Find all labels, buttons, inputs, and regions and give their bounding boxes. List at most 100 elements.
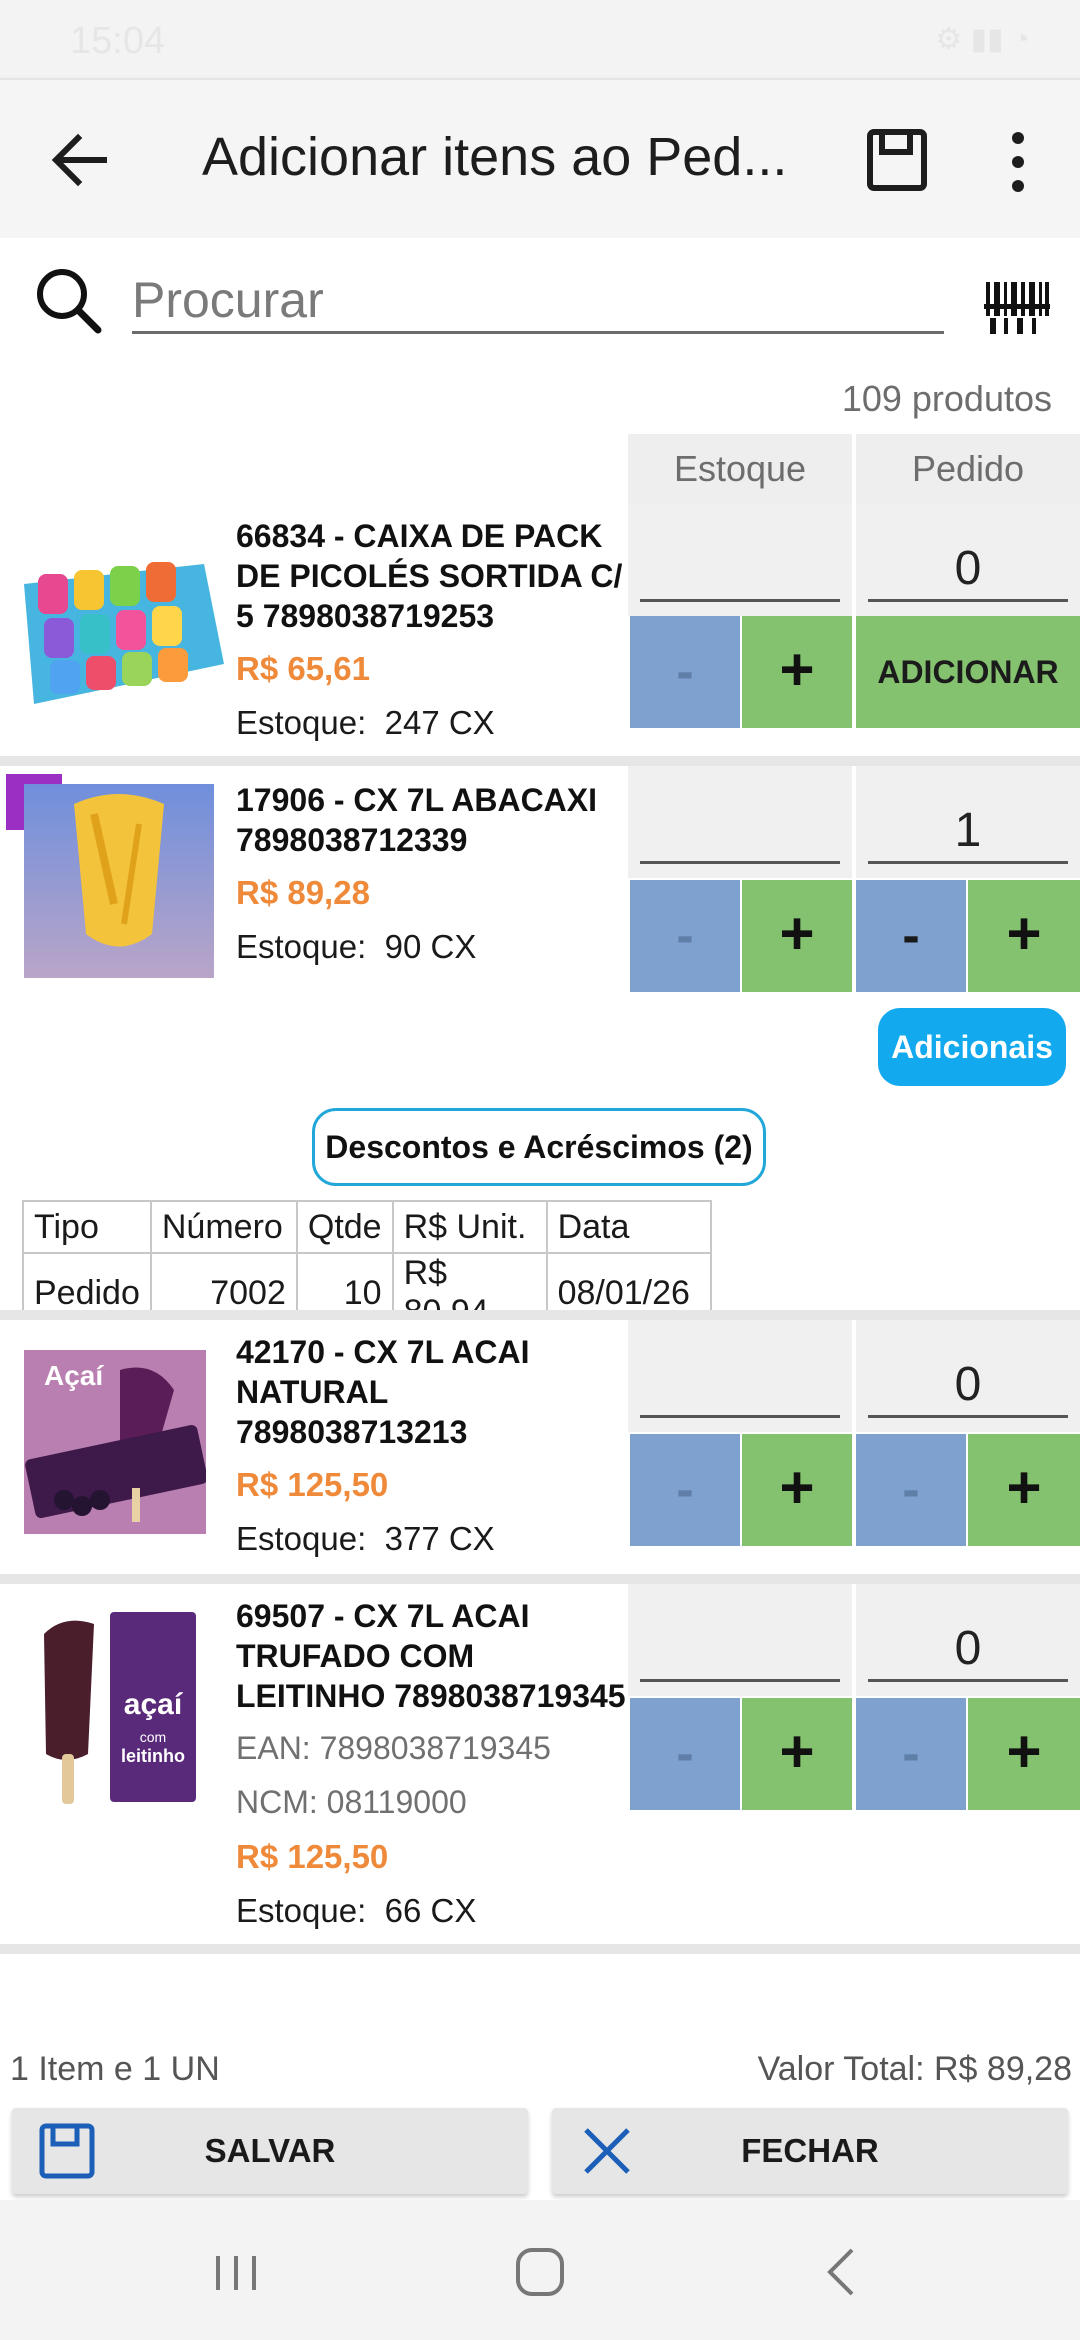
estoque-qty-field[interactable] [640, 798, 840, 864]
product-row[interactable]: 66834 - CAIXA DE PACK DE PICOLÉS SORTIDA… [0, 504, 1080, 756]
estoque-qty-cell [628, 504, 852, 616]
pedido-qty-cell: 0 [856, 1320, 1080, 1432]
floppy-disk-icon [867, 129, 927, 191]
table-header: Número [149, 1200, 298, 1254]
product-stock: Estoque: 247 CX [236, 704, 495, 742]
svg-text:com: com [140, 1729, 166, 1745]
product-stock: Estoque: 66 CX [236, 1892, 476, 1930]
pedido-minus-button[interactable]: - [856, 880, 966, 992]
total-value: Valor Total: R$ 89,28 [757, 2050, 1072, 2088]
column-header-estoque: Estoque [628, 434, 852, 504]
product-image: Açaí [24, 1350, 208, 1534]
pedido-qty-cell: 0 [856, 1584, 1080, 1696]
row-separator [0, 756, 1080, 766]
home-icon[interactable] [510, 2242, 570, 2302]
svg-text:leitinho: leitinho [121, 1746, 185, 1766]
svg-text:açaí: açaí [124, 1688, 184, 1721]
estoque-qty-cell [628, 1320, 852, 1432]
page-title: Adicionar itens ao Ped... [202, 127, 788, 187]
estoque-qty-field[interactable] [640, 536, 840, 602]
estoque-qty-field[interactable] [640, 1352, 840, 1418]
estoque-plus-button[interactable]: + [742, 880, 852, 992]
estoque-minus-button[interactable]: - [630, 1434, 740, 1546]
product-row[interactable]: açaí com leitinho 69507 - CX 7L ACAI TRU… [0, 1584, 1080, 1944]
pedido-plus-button[interactable]: + [968, 880, 1080, 992]
close-button[interactable]: FECHAR [552, 2108, 1068, 2194]
pedido-plus-button[interactable]: + [968, 1434, 1080, 1546]
estoque-minus-button[interactable]: - [630, 616, 740, 728]
status-bar: 15:04 ⚙ ▮▮ ◔ [0, 0, 1080, 78]
app-bar: Adicionar itens ao Ped... [0, 78, 1080, 238]
system-back-icon[interactable] [812, 2242, 872, 2302]
estoque-plus-button[interactable]: + [742, 616, 852, 728]
product-stock: Estoque: 90 CX [236, 928, 476, 966]
recent-apps-icon[interactable] [206, 2242, 266, 2302]
product-title: 17906 - CX 7L ABACAXI 7898038712339 [236, 782, 598, 858]
product-price: R$ 65,61 [236, 650, 370, 687]
pedido-qty-field[interactable]: 0 [868, 536, 1068, 602]
product-ncm: NCM: 08119000 [236, 1784, 467, 1820]
estoque-plus-button[interactable]: + [742, 1698, 852, 1810]
product-price: R$ 89,28 [236, 874, 370, 911]
product-row[interactable]: Açaí 42170 - CX 7L ACAI NATURAL 78980387… [0, 1320, 1080, 1572]
items-summary: 1 Item e 1 UN [10, 2050, 220, 2088]
estoque-minus-button[interactable]: - [630, 880, 740, 992]
product-title: 69507 - CX 7L ACAI TRUFADO COM LEITINHO … [236, 1598, 626, 1714]
pedido-qty-field[interactable]: 1 [868, 798, 1068, 864]
stock-value: 377 CX [384, 1520, 495, 1557]
product-row[interactable]: 17906 - CX 7L ABACAXI 7898038712339 R$ 8… [0, 766, 1080, 996]
stock-value: 66 CX [384, 1892, 477, 1929]
search-input[interactable] [132, 268, 944, 334]
product-stock: Estoque: 377 CX [236, 1520, 495, 1558]
product-image [14, 514, 226, 724]
stock-label: Estoque: [236, 1892, 367, 1929]
stock-value: 247 CX [384, 704, 495, 741]
pedido-qty-cell: 1 [856, 766, 1080, 878]
barcode-scanner-icon[interactable] [984, 280, 1050, 336]
product-title: 42170 - CX 7L ACAI NATURAL 7898038713213 [236, 1334, 530, 1450]
save-icon-button[interactable] [866, 128, 928, 192]
descontos-acrescimos-button[interactable]: Descontos e Acréscimos (2) [312, 1108, 766, 1186]
pedido-plus-button[interactable]: + [968, 1698, 1080, 1810]
table-header: Tipo [22, 1200, 152, 1254]
table-header: Data [545, 1200, 712, 1254]
adicionar-button[interactable]: ADICIONAR [856, 616, 1080, 728]
status-icons: ⚙ ▮▮ ◔ [935, 23, 1030, 56]
pedido-qty-field[interactable]: 0 [868, 1352, 1068, 1418]
system-nav-bar [0, 2200, 1080, 2340]
row-separator [0, 1944, 1080, 1954]
row-separator [0, 1574, 1080, 1584]
product-price: R$ 125,50 [236, 1838, 389, 1875]
search-icon [37, 269, 102, 334]
arrow-left-icon [51, 133, 107, 187]
table-header: Qtde [295, 1200, 394, 1254]
more-vert-icon [1012, 132, 1024, 192]
pedido-qty-cell: 0 [856, 504, 1080, 616]
estoque-qty-cell [628, 766, 852, 878]
product-ean: EAN: 7898038719345 [236, 1730, 551, 1766]
pedido-minus-button[interactable]: - [856, 1698, 966, 1810]
column-header-pedido: Pedido [856, 434, 1080, 504]
back-button[interactable] [44, 118, 116, 202]
product-count: 109 produtos [841, 378, 1052, 419]
row-separator [0, 1310, 1080, 1320]
estoque-qty-field[interactable] [640, 1616, 840, 1682]
save-button[interactable]: SALVAR [12, 2108, 528, 2194]
estoque-plus-button[interactable]: + [742, 1434, 852, 1546]
stock-value: 90 CX [384, 928, 477, 965]
stock-label: Estoque: [236, 704, 367, 741]
product-image-text: Açaí [44, 1360, 104, 1391]
estoque-minus-button[interactable]: - [630, 1698, 740, 1810]
product-image: açaí com leitinho [44, 1612, 196, 1804]
product-price: R$ 125,50 [236, 1466, 389, 1503]
table-header: R$ Unit. [391, 1200, 548, 1254]
save-button-label: SALVAR [204, 2132, 336, 2169]
search-row [0, 238, 1080, 368]
product-image [24, 784, 214, 978]
product-title: 66834 - CAIXA DE PACK DE PICOLÉS SORTIDA… [236, 518, 623, 634]
pedido-minus-button[interactable]: - [856, 1434, 966, 1546]
pedido-qty-field[interactable]: 0 [868, 1616, 1068, 1682]
close-button-label: FECHAR [741, 2132, 879, 2169]
adicionais-button[interactable]: Adicionais [878, 1008, 1066, 1086]
more-options-button[interactable] [1000, 126, 1036, 198]
